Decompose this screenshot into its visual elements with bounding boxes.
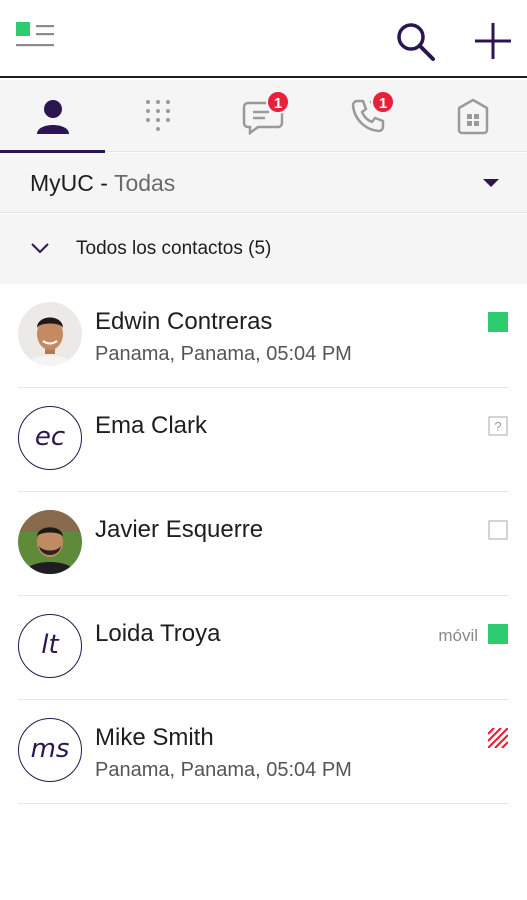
top-app-bar [0,0,527,78]
avatar [18,510,82,574]
avatar: ec [18,406,82,470]
contacts-list: Edwin Contreras Panama, Panama, 05:04 PM… [0,284,527,804]
presence-busy-icon [488,728,508,748]
presence-available-icon [488,624,508,644]
presence-offline-icon [488,520,508,540]
menu-icon [16,22,54,47]
calls-missed-badge: 1 [371,90,395,114]
add-button[interactable] [468,16,518,66]
contact-name: Javier Esquerre [95,516,264,543]
presence-available-icon [488,312,508,332]
chevron-down-icon [31,243,49,254]
tab-calls[interactable]: 1 [315,80,420,152]
filter-value: Todas [113,170,176,196]
plus-icon [475,23,511,59]
avatar: lt [18,614,82,678]
account-filter-dropdown[interactable]: MyUC - Todas [0,153,527,213]
contact-row[interactable]: ec Ema Clark ? [0,388,527,492]
contact-name: Loida Troya [95,620,221,647]
search-button[interactable] [392,18,438,64]
group-label: Todos los contactos (5) [76,238,272,259]
contact-name: Ema Clark [95,412,208,439]
contact-row[interactable]: Edwin Contreras Panama, Panama, 05:04 PM [0,284,527,388]
search-icon [397,23,435,61]
contact-location: Panama, Panama, 05:04 PM [95,343,352,365]
tab-dialpad[interactable] [105,80,210,152]
device-label: móvil [438,626,478,645]
chat-unread-badge: 1 [266,90,290,114]
menu-button[interactable] [16,22,56,56]
filter-label: MyUC - Todas [30,170,175,197]
contact-row[interactable]: Javier Esquerre [0,492,527,596]
svg-text:?: ? [494,419,501,434]
tab-directory[interactable] [420,80,525,152]
contact-row[interactable]: lt Loida Troya móvil [0,596,527,700]
contact-row[interactable]: ms Mike Smith Panama, Panama, 05:04 PM [0,700,527,804]
tab-bar: 1 1 [0,80,527,153]
tab-contacts[interactable] [0,80,105,153]
avatar: ms [18,718,82,782]
caret-down-icon [483,179,499,187]
presence-unknown-icon: ? [488,416,508,436]
avatar-photo [18,302,82,366]
person-icon [36,100,69,134]
avatar-photo [18,510,82,574]
building-icon [457,98,488,135]
contact-location: Panama, Panama, 05:04 PM [95,759,352,781]
contact-name: Mike Smith [95,724,214,751]
filter-prefix: MyUC - [30,170,108,196]
tab-chat[interactable]: 1 [210,80,315,152]
dialpad-icon [145,100,170,131]
contact-name: Edwin Contreras [95,308,273,335]
contact-group-header[interactable]: Todos los contactos (5) [0,214,527,284]
avatar [18,302,82,366]
